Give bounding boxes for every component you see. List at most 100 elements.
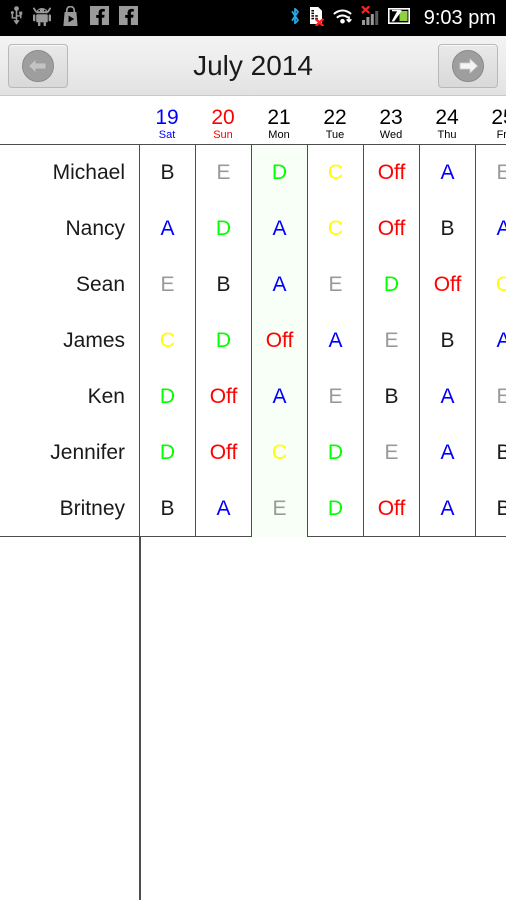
date-header-cell[interactable]: 21 Mon — [251, 96, 307, 144]
shift-cell[interactable]: E — [251, 481, 307, 537]
shift-cell[interactable]: E — [307, 369, 363, 425]
employee-name[interactable]: Ken — [0, 369, 139, 425]
shift-cell[interactable]: B — [475, 481, 506, 537]
battery-icon — [387, 7, 411, 29]
wifi-download-icon — [332, 6, 353, 31]
employee-name[interactable]: Sean — [0, 257, 139, 313]
employee-name[interactable]: Nancy — [0, 201, 139, 257]
shift-cell[interactable]: C — [307, 145, 363, 201]
shift-cell[interactable]: E — [195, 145, 251, 201]
sim-card-error-icon — [308, 6, 325, 31]
shift-cell[interactable]: A — [419, 145, 475, 201]
shift-cell[interactable]: D — [139, 369, 195, 425]
page-title: July 2014 — [193, 49, 313, 81]
shift-cell[interactable]: B — [139, 145, 195, 201]
date-weekday: Fri — [496, 129, 506, 141]
employee-name[interactable]: Jennifer — [0, 425, 139, 481]
name-column-divider — [139, 537, 141, 900]
shift-cell[interactable]: Off — [419, 257, 475, 313]
date-header-cell[interactable]: 20 Sun — [195, 96, 251, 144]
date-number: 22 — [323, 106, 347, 129]
shift-cell[interactable]: A — [475, 201, 506, 257]
shift-cell[interactable]: Off — [363, 481, 419, 537]
shift-cell[interactable]: D — [363, 257, 419, 313]
date-header-row: 19Sat20Sun21Mon22Tue23Wed24Thu25Fri — [0, 96, 506, 145]
date-header-cell[interactable]: 24 Thu — [419, 96, 475, 144]
prev-month-button[interactable] — [8, 43, 68, 88]
shift-cell[interactable]: A — [419, 425, 475, 481]
play-store-icon — [61, 5, 80, 31]
signal-error-icon — [360, 5, 381, 31]
shift-cell[interactable]: A — [251, 201, 307, 257]
status-bar-left-icons — [10, 5, 138, 31]
shift-cell[interactable]: D — [195, 201, 251, 257]
employee-name[interactable]: Michael — [0, 145, 139, 201]
date-header-cell[interactable]: 22 Tue — [307, 96, 363, 144]
shift-cell[interactable]: A — [475, 313, 506, 369]
shift-cell[interactable]: C — [139, 313, 195, 369]
date-number: 24 — [435, 106, 459, 129]
schedule-grid: Michael B E D C Off A E Nancy A D A C Off B A Sean E B A E D O… — [0, 145, 506, 537]
usb-icon — [10, 5, 23, 31]
shift-cell[interactable]: Off — [195, 425, 251, 481]
shift-cell[interactable]: Off — [363, 145, 419, 201]
table-row: Sean E B A E D Off C — [0, 257, 506, 313]
table-row: Michael B E D C Off A E — [0, 145, 506, 201]
shift-cell[interactable]: C — [475, 257, 506, 313]
employee-name[interactable]: Britney — [0, 481, 139, 537]
empty-area — [0, 537, 506, 900]
shift-cell[interactable]: B — [363, 369, 419, 425]
date-header-cell[interactable]: 23 Wed — [363, 96, 419, 144]
facebook-icon — [90, 6, 109, 30]
shift-cell[interactable]: D — [251, 145, 307, 201]
shift-cell[interactable]: B — [139, 481, 195, 537]
shift-cell[interactable]: E — [475, 369, 506, 425]
shift-cell[interactable]: E — [363, 425, 419, 481]
date-weekday: Tue — [325, 129, 345, 141]
shift-cell[interactable]: A — [195, 481, 251, 537]
shift-cell[interactable]: A — [251, 369, 307, 425]
shift-cell[interactable]: B — [195, 257, 251, 313]
shift-cell[interactable]: Off — [363, 201, 419, 257]
arrow-left-icon — [22, 49, 54, 82]
shift-cell[interactable]: E — [139, 257, 195, 313]
shift-cell[interactable]: E — [307, 257, 363, 313]
shift-cell[interactable]: D — [139, 425, 195, 481]
shift-cell[interactable]: E — [475, 145, 506, 201]
shift-cell[interactable]: Off — [251, 313, 307, 369]
date-header-name-spacer — [0, 96, 139, 144]
shift-cell[interactable]: A — [419, 481, 475, 537]
date-header-cell[interactable]: 19 Sat — [139, 96, 195, 144]
date-header-cell[interactable]: 25Fri — [475, 96, 506, 144]
shift-cell[interactable]: D — [307, 425, 363, 481]
table-row: Britney B A E D Off A B — [0, 481, 506, 537]
date-number: 19 — [155, 106, 179, 129]
shift-cell[interactable]: D — [307, 481, 363, 537]
bluetooth-icon — [289, 6, 301, 31]
shift-cell[interactable]: C — [251, 425, 307, 481]
android-icon — [32, 6, 52, 31]
table-row: Ken D Off A E B A E — [0, 369, 506, 425]
date-weekday: Sun — [213, 129, 233, 141]
shift-cell[interactable]: A — [307, 313, 363, 369]
next-month-button[interactable] — [438, 43, 498, 88]
shift-cell[interactable]: A — [251, 257, 307, 313]
shift-cell[interactable]: B — [419, 313, 475, 369]
date-number: 25 — [491, 106, 506, 129]
date-weekday: Mon — [268, 129, 290, 141]
shift-cell[interactable]: B — [419, 201, 475, 257]
facebook-icon — [119, 6, 138, 30]
shift-cell[interactable]: E — [363, 313, 419, 369]
date-weekday: Sat — [158, 129, 176, 141]
date-weekday: Wed — [379, 129, 403, 141]
date-weekday: Thu — [437, 129, 457, 141]
shift-cell[interactable]: A — [419, 369, 475, 425]
shift-cell[interactable]: B — [475, 425, 506, 481]
table-row: Nancy A D A C Off B A — [0, 201, 506, 257]
shift-cell[interactable]: C — [307, 201, 363, 257]
employee-name[interactable]: James — [0, 313, 139, 369]
shift-cell[interactable]: A — [139, 201, 195, 257]
shift-cell[interactable]: D — [195, 313, 251, 369]
shift-cell[interactable]: Off — [195, 369, 251, 425]
date-number: 21 — [267, 106, 291, 129]
